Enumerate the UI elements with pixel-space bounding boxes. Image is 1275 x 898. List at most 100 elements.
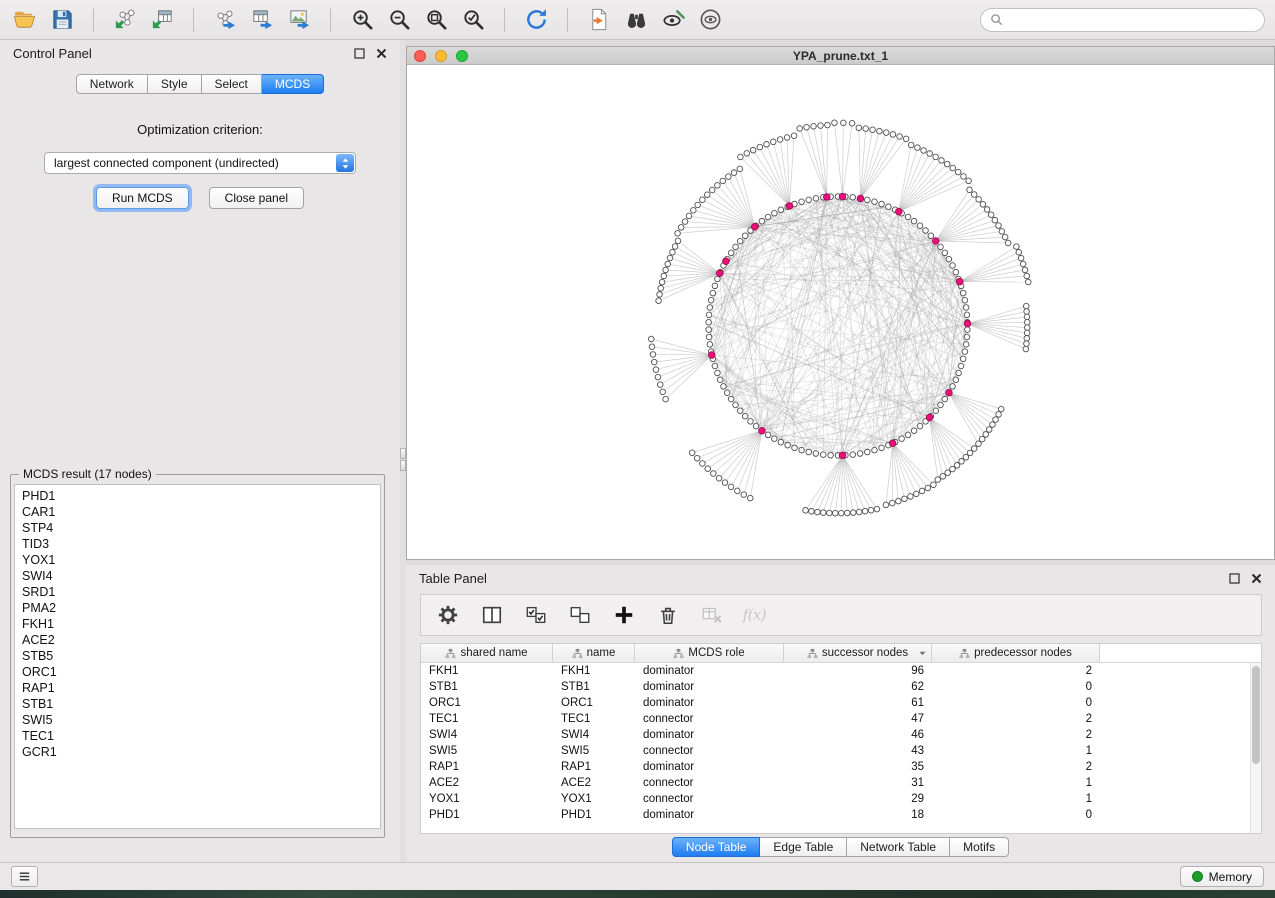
mcds-result-list[interactable]: PHD1CAR1STP4TID3YOX1SWI4SRD1PMA2FKH1ACE2… [14, 484, 381, 829]
cell-name: SWI4 [553, 727, 635, 743]
column-header-shared-name[interactable]: shared name [421, 644, 553, 662]
float-table-panel-icon[interactable] [1229, 573, 1240, 584]
mcds-result-item[interactable]: TEC1 [15, 728, 380, 744]
network-window-titlebar[interactable]: YPA_prune.txt_1 [407, 47, 1274, 65]
mcds-result-item[interactable]: YOX1 [15, 552, 380, 568]
optimization-criterion-select[interactable]: largest connected component (undirected) [44, 152, 356, 174]
mcds-result-item[interactable]: CAR1 [15, 504, 380, 520]
mcds-result-item[interactable]: STP4 [15, 520, 380, 536]
find-icon[interactable] [621, 5, 651, 35]
table-row[interactable]: TEC1TEC1connector472 [421, 711, 1261, 727]
delete-column-icon[interactable] [653, 600, 683, 630]
search-input[interactable] [1008, 13, 1255, 27]
run-mcds-button[interactable]: Run MCDS [96, 187, 189, 209]
cell-name: YOX1 [553, 791, 635, 807]
show-columns-icon[interactable] [477, 600, 507, 630]
network-canvas[interactable] [407, 65, 1274, 559]
cell-successor-nodes: 31 [784, 775, 932, 791]
table-tab-node-table[interactable]: Node Table [672, 837, 761, 857]
window-close-button[interactable] [414, 50, 426, 62]
export-image-icon[interactable] [284, 5, 314, 35]
float-panel-icon[interactable] [354, 48, 365, 59]
cell-predecessor-nodes: 1 [932, 791, 1100, 807]
panel-menu-button[interactable] [11, 866, 38, 887]
mcds-result-item[interactable]: ACE2 [15, 632, 380, 648]
table-row[interactable]: STB1STB1dominator620 [421, 679, 1261, 695]
table-header-row: shared namenameMCDS rolesuccessor nodesp… [421, 644, 1261, 663]
control-panel-title: Control Panel [13, 46, 92, 61]
table-scrollbar[interactable] [1250, 663, 1261, 833]
close-panel-icon[interactable] [376, 48, 387, 59]
status-bar: Memory [0, 862, 1275, 890]
mcds-result-item[interactable]: PHD1 [15, 488, 380, 504]
mcds-result-item[interactable]: STB5 [15, 648, 380, 664]
mcds-result-item[interactable]: SWI5 [15, 712, 380, 728]
column-header-mcds-role[interactable]: MCDS role [635, 644, 784, 662]
add-column-icon[interactable] [609, 600, 639, 630]
zoom-selected-icon[interactable] [458, 5, 488, 35]
scrollbar-thumb[interactable] [1252, 666, 1260, 764]
import-table-icon[interactable] [147, 5, 177, 35]
column-header-name[interactable]: name [553, 644, 635, 662]
mcds-result-item[interactable]: SWI4 [15, 568, 380, 584]
mcds-result-item[interactable]: STB1 [15, 696, 380, 712]
select-all-rows-icon[interactable] [521, 600, 551, 630]
refresh-layout-icon[interactable] [521, 5, 551, 35]
table-row[interactable]: SWI4SWI4dominator462 [421, 727, 1261, 743]
table-panel-titlebar: Table Panel [406, 565, 1275, 591]
new-network-from-selection-icon[interactable] [584, 5, 614, 35]
open-session-icon[interactable] [10, 5, 40, 35]
cell-successor-nodes: 61 [784, 695, 932, 711]
mcds-result-item[interactable]: TID3 [15, 536, 380, 552]
close-mcds-panel-button[interactable]: Close panel [209, 187, 304, 209]
zoom-fit-icon[interactable] [421, 5, 451, 35]
mcds-result-item[interactable]: RAP1 [15, 680, 380, 696]
hide-selected-icon[interactable] [658, 5, 688, 35]
zoom-in-icon[interactable] [347, 5, 377, 35]
cell-mcds-role: connector [635, 743, 784, 759]
search-icon [990, 13, 1003, 26]
deselect-all-rows-icon[interactable] [565, 600, 595, 630]
table-row[interactable]: PHD1PHD1dominator180 [421, 807, 1261, 823]
show-graphics-details-icon[interactable] [695, 5, 725, 35]
mcds-result-item[interactable]: ORC1 [15, 664, 380, 680]
table-row[interactable]: FKH1FKH1dominator962 [421, 663, 1261, 679]
table-row[interactable]: RAP1RAP1dominator352 [421, 759, 1261, 775]
export-table-icon[interactable] [247, 5, 277, 35]
column-header-predecessor-nodes[interactable]: predecessor nodes [932, 644, 1100, 662]
table-row[interactable]: ACE2ACE2connector311 [421, 775, 1261, 791]
table-tab-network-table[interactable]: Network Table [847, 837, 950, 857]
import-network-icon[interactable] [110, 5, 140, 35]
cell-successor-nodes: 35 [784, 759, 932, 775]
table-toolbar: f(x) [420, 594, 1262, 636]
memory-status-dot [1192, 871, 1203, 882]
mcds-result-item[interactable]: GCR1 [15, 744, 380, 760]
table-settings-icon[interactable] [433, 600, 463, 630]
export-network-icon[interactable] [210, 5, 240, 35]
control-tab-mcds[interactable]: MCDS [262, 74, 324, 94]
cell-successor-nodes: 62 [784, 679, 932, 695]
memory-button[interactable]: Memory [1180, 866, 1264, 887]
table-tab-motifs[interactable]: Motifs [950, 837, 1009, 857]
cell-shared-name: SWI4 [421, 727, 553, 743]
column-header-successor-nodes[interactable]: successor nodes [784, 644, 932, 662]
zoom-out-icon[interactable] [384, 5, 414, 35]
function-builder-icon: f(x) [741, 600, 772, 630]
table-row[interactable]: SWI5SWI5connector431 [421, 743, 1261, 759]
cell-predecessor-nodes: 2 [932, 759, 1100, 775]
table-tab-edge-table[interactable]: Edge Table [760, 837, 847, 857]
mcds-result-item[interactable]: SRD1 [15, 584, 380, 600]
mcds-result-item[interactable]: PMA2 [15, 600, 380, 616]
control-tab-network[interactable]: Network [76, 74, 148, 94]
table-row[interactable]: YOX1YOX1connector291 [421, 791, 1261, 807]
table-row[interactable]: ORC1ORC1dominator610 [421, 695, 1261, 711]
window-minimize-button[interactable] [435, 50, 447, 62]
window-zoom-button[interactable] [456, 50, 468, 62]
close-table-panel-icon[interactable] [1251, 573, 1262, 584]
mcds-result-item[interactable]: FKH1 [15, 616, 380, 632]
cell-mcds-role: dominator [635, 727, 784, 743]
search-box[interactable] [980, 8, 1265, 32]
save-session-icon[interactable] [47, 5, 77, 35]
control-tab-style[interactable]: Style [148, 74, 202, 94]
control-tab-select[interactable]: Select [202, 74, 262, 94]
